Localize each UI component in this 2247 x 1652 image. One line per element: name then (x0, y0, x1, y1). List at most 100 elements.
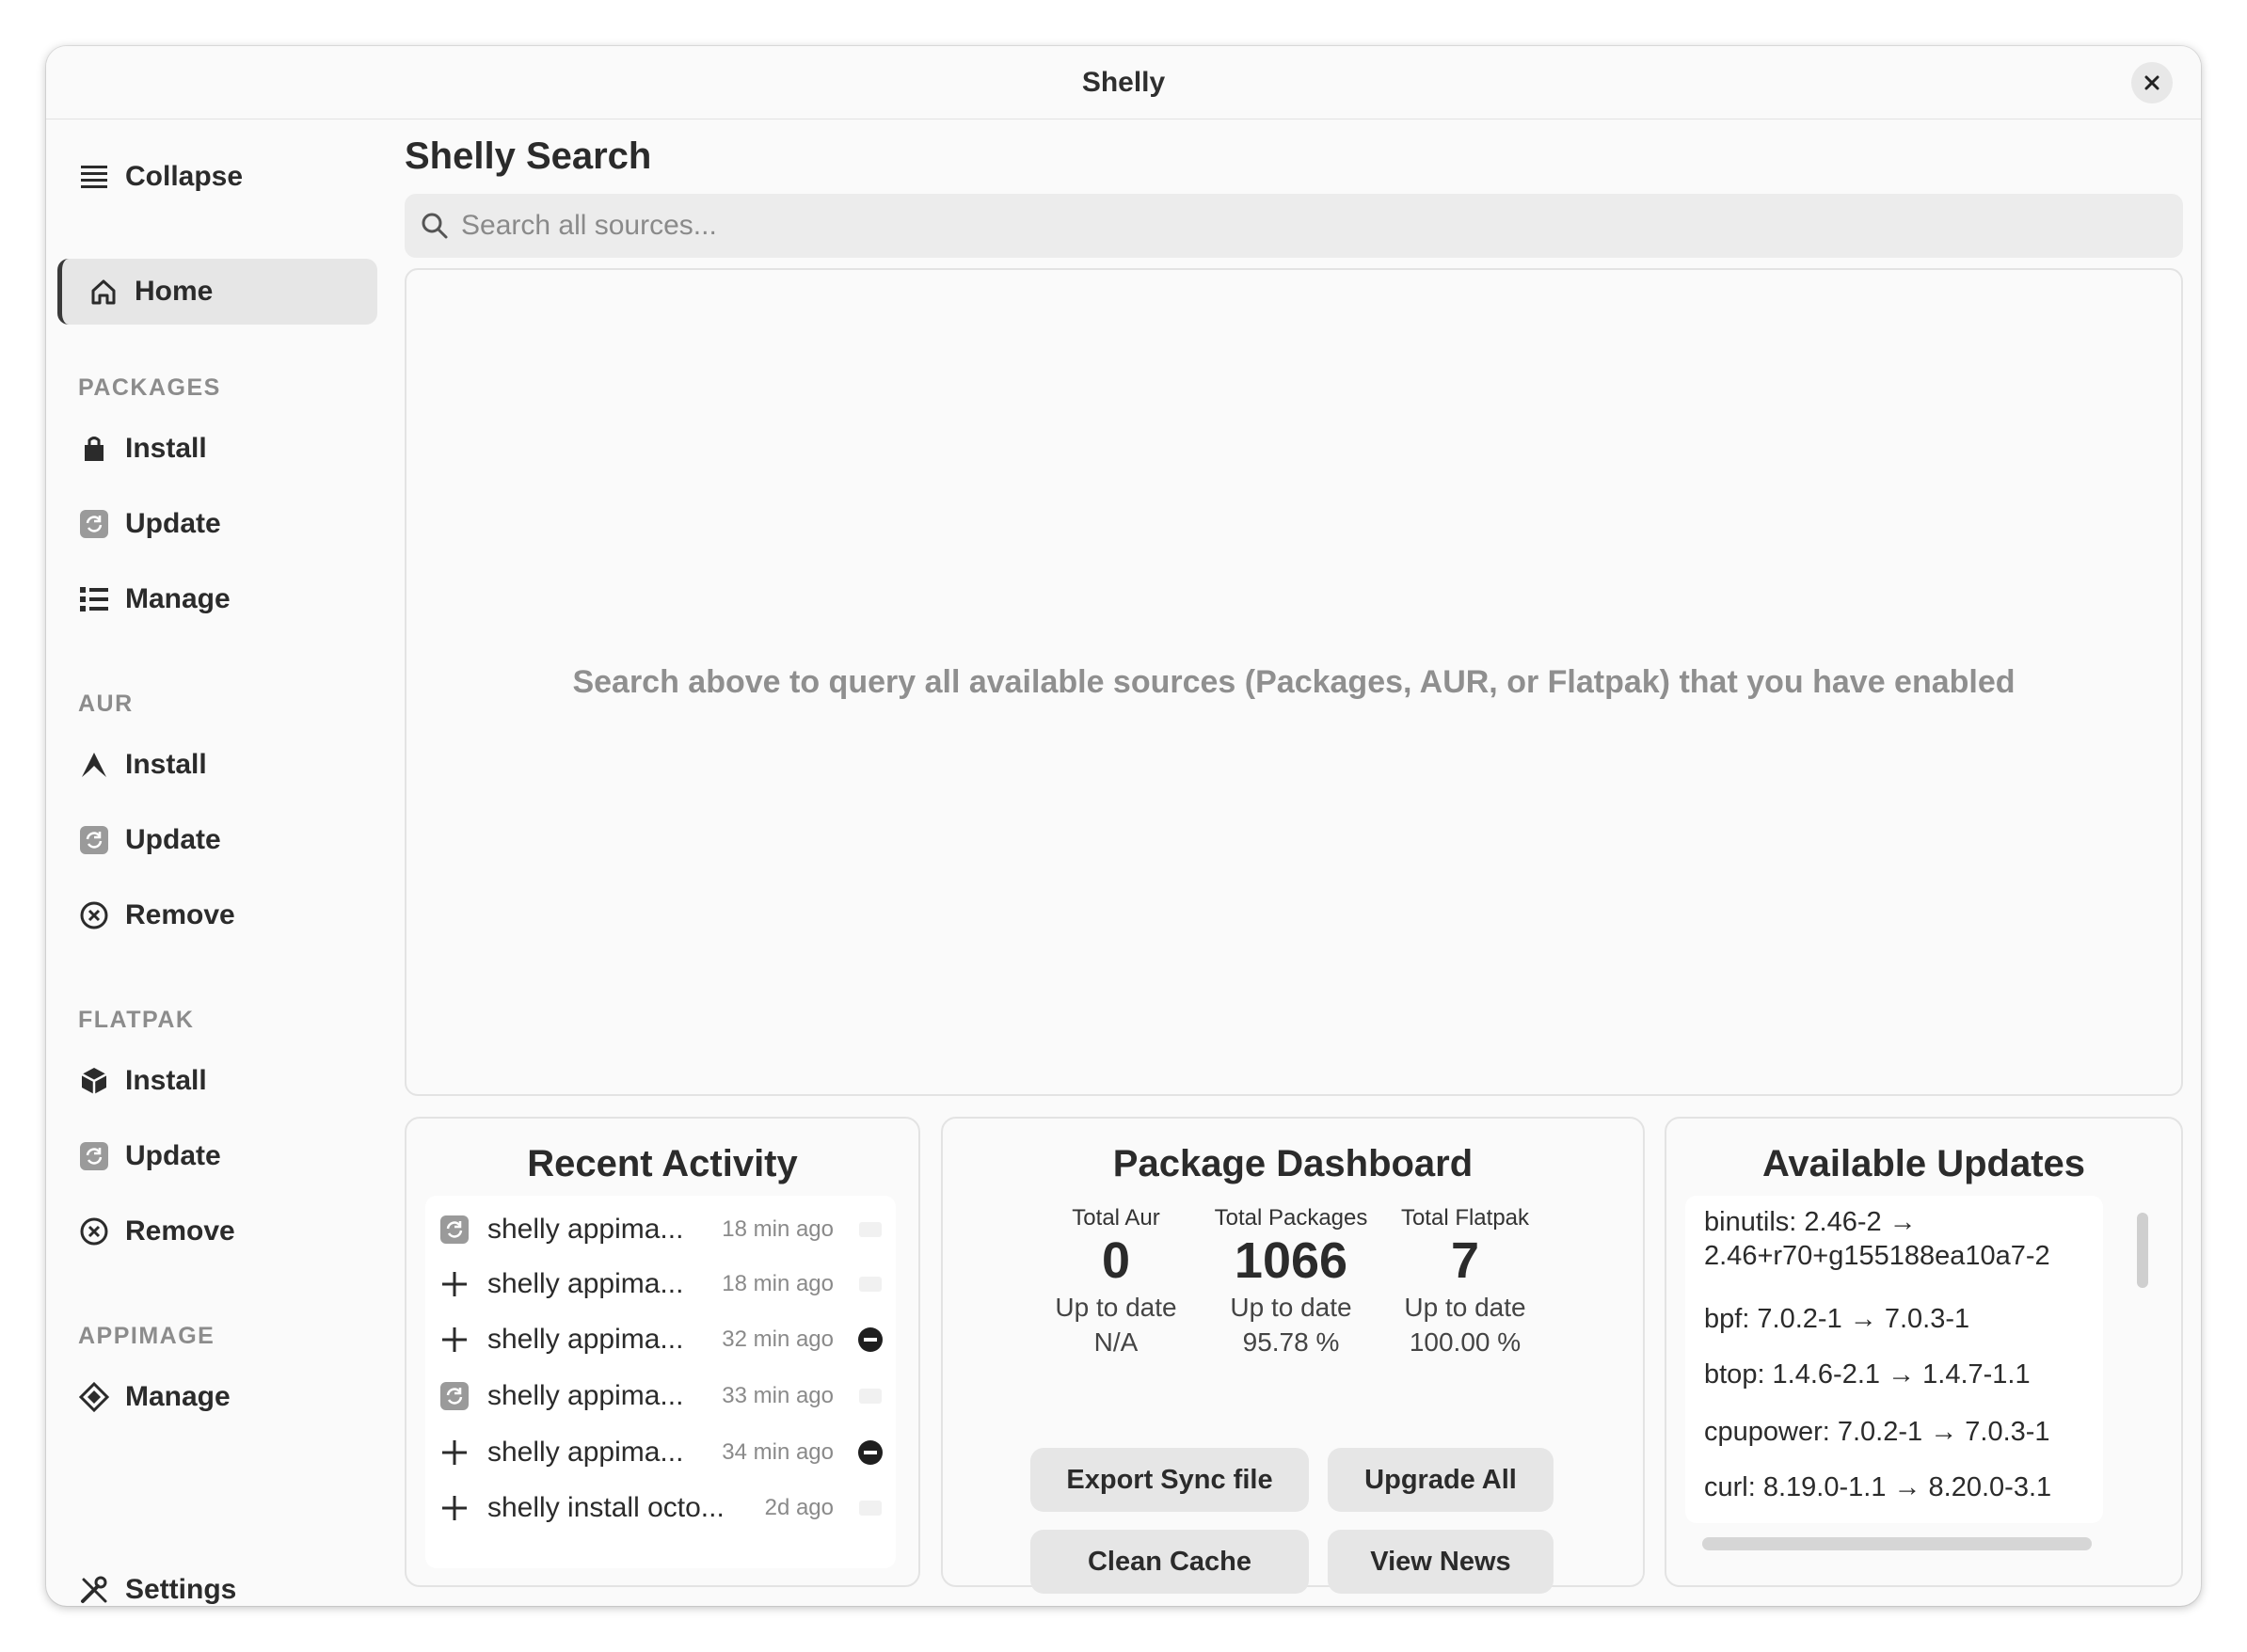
view-news-button[interactable]: View News (1328, 1530, 1554, 1594)
clean-cache-button[interactable]: Clean Cache (1030, 1530, 1309, 1594)
update-icon (78, 824, 110, 856)
stat-value: 7 (1450, 1232, 1480, 1289)
package-dashboard-card: Package Dashboard Total Aur 0 Up to date… (941, 1117, 1645, 1594)
title-bar: Shelly (46, 46, 2201, 119)
available-updates-title: Available Updates (1761, 1143, 2086, 1184)
app-window: Shelly Collapse Home PACKAGES Install Up… (46, 46, 2201, 1606)
failed-status-icon (856, 1438, 884, 1467)
section-label-flatpak: FLATPAK (78, 1007, 195, 1033)
window-title: Shelly (1081, 67, 1166, 98)
sidebar-item-aur-update[interactable]: Update (57, 807, 377, 873)
sidebar-collapse-label: Collapse (125, 161, 244, 192)
update-item-line: btop: 1.4.6-2.1 → 1.4.7-1.1 (1704, 1359, 2031, 1390)
sidebar-item-label: Update (125, 508, 221, 539)
stat-total-flatpak: Total Flatpak 7 Up to date 100.00 % (1380, 1205, 1550, 1359)
horizontal-scrollbar[interactable] (1702, 1537, 2092, 1550)
plus-icon (438, 1437, 470, 1469)
activity-row[interactable]: shelly install octo... 2d ago (425, 1482, 896, 1534)
stat-status: Up to date (1055, 1293, 1177, 1322)
stat-total-aur: Total Aur 0 Up to date N/A (1031, 1205, 1201, 1359)
sidebar-item-label: Install (125, 1065, 207, 1096)
sidebar-item-packages-install[interactable]: Install (57, 416, 377, 482)
stat-percent: 100.00 % (1409, 1327, 1522, 1357)
list-icon (78, 583, 110, 615)
update-item: bpf: 7.0.2-1 → 7.0.3-1 (1704, 1302, 2090, 1336)
activity-time: 32 min ago (722, 1326, 834, 1352)
stat-percent: N/A (1093, 1327, 1139, 1357)
sidebar-item-appimage-manage[interactable]: Manage (57, 1364, 377, 1430)
box-icon (78, 1065, 110, 1097)
activity-row[interactable]: shelly appima... 18 min ago (425, 1203, 896, 1256)
stat-total-packages: Total Packages 1066 Up to date 95.78 % (1206, 1205, 1376, 1359)
sidebar-item-label: Manage (125, 583, 231, 614)
bag-icon (78, 433, 110, 465)
recent-activity-card: Recent Activity shelly appima... 18 min a… (405, 1117, 920, 1587)
stat-label: Total Flatpak (1400, 1205, 1530, 1231)
activity-time: 18 min ago (722, 1271, 834, 1296)
activity-row[interactable]: shelly appima... 32 min ago (425, 1313, 896, 1366)
activity-command: shelly appima... (487, 1324, 684, 1355)
activity-row[interactable]: shelly appima... 33 min ago (425, 1370, 896, 1422)
sidebar-collapse[interactable]: Collapse (57, 144, 377, 210)
activity-row[interactable]: shelly appima... 18 min ago (425, 1258, 896, 1310)
sidebar-item-label: Home (135, 276, 214, 307)
stat-value: 1066 (1234, 1232, 1348, 1289)
export-sync-button[interactable]: Export Sync file (1030, 1448, 1309, 1512)
sidebar-item-flatpak-remove[interactable]: Remove (57, 1199, 377, 1264)
activity-command: shelly appima... (487, 1214, 684, 1245)
upgrade-all-button[interactable]: Upgrade All (1328, 1448, 1554, 1512)
stat-status: Up to date (1404, 1293, 1526, 1322)
update-icon (438, 1214, 470, 1246)
sidebar-item-flatpak-install[interactable]: Install (57, 1048, 377, 1114)
sidebar-item-label: Manage (125, 1381, 231, 1412)
failed-status-icon (856, 1326, 884, 1354)
section-label-packages: PACKAGES (78, 374, 221, 401)
sidebar-item-label: Update (125, 1140, 221, 1171)
activity-list: shelly appima... 18 min ago shelly appima.… (425, 1196, 896, 1568)
sidebar-item-label: Update (125, 824, 221, 855)
stat-status: Up to date (1230, 1293, 1352, 1322)
sidebar-item-settings[interactable]: Settings (57, 1557, 377, 1606)
recent-activity-title: Recent Activity (527, 1143, 798, 1184)
update-item: cpupower: 7.0.2-1 → 7.0.3-1 (1704, 1415, 2090, 1449)
close-icon (2144, 75, 2159, 90)
stat-percent: 95.78 % (1242, 1327, 1340, 1357)
sidebar-item-packages-update[interactable]: Update (57, 491, 377, 557)
activity-command: shelly install octo... (487, 1492, 725, 1523)
update-item-line: bpf: 7.0.2-1 → 7.0.3-1 (1704, 1304, 1970, 1334)
stat-label: Total Aur (1072, 1205, 1160, 1231)
sidebar-item-label: Settings (125, 1574, 237, 1605)
plus-icon (438, 1492, 470, 1524)
home-icon (88, 276, 120, 308)
search-bar[interactable] (405, 194, 2183, 258)
sidebar-item-flatpak-update[interactable]: Update (57, 1123, 377, 1189)
tools-icon (78, 1574, 110, 1606)
vertical-scrollbar[interactable] (2137, 1213, 2148, 1288)
update-icon (78, 1140, 110, 1172)
update-item-line: curl: 8.19.0-1.1 → 8.20.0-3.1 (1704, 1472, 2052, 1502)
update-item: binutils: 2.46-2 → 2.46+r70+g155188ea10a7… (1704, 1205, 2090, 1273)
stat-value: 0 (1101, 1232, 1131, 1289)
sidebar-item-label: Remove (125, 1215, 235, 1247)
update-icon (438, 1380, 470, 1412)
sidebar-item-label: Install (125, 433, 207, 464)
sidebar-item-packages-manage[interactable]: Manage (57, 566, 377, 632)
status-icon (856, 1494, 884, 1522)
sidebar-item-aur-remove[interactable]: Remove (57, 882, 377, 948)
section-label-appimage: APPIMAGE (78, 1323, 215, 1349)
search-results-panel: Search above to query all available sour… (405, 268, 2183, 1096)
status-icon (856, 1215, 884, 1244)
arch-icon (78, 749, 110, 781)
sidebar-item-aur-install[interactable]: Install (57, 732, 377, 798)
activity-row[interactable]: shelly appima... 34 min ago (425, 1426, 896, 1479)
close-button[interactable] (2131, 62, 2173, 103)
activity-command: shelly appima... (487, 1437, 684, 1468)
available-updates-card: Available Updates binutils: 2.46-2 → 2.46… (1665, 1117, 2183, 1587)
sidebar-item-home[interactable]: Home (57, 259, 377, 325)
update-item: curl: 8.19.0-1.1 → 8.20.0-3.1 (1704, 1470, 2090, 1504)
activity-command: shelly appima... (487, 1380, 684, 1411)
search-input[interactable] (461, 210, 2155, 242)
diamond-icon (78, 1381, 110, 1413)
update-item-line: cpupower: 7.0.2-1 → 7.0.3-1 (1704, 1417, 2050, 1447)
remove-circle-icon (78, 1215, 110, 1247)
